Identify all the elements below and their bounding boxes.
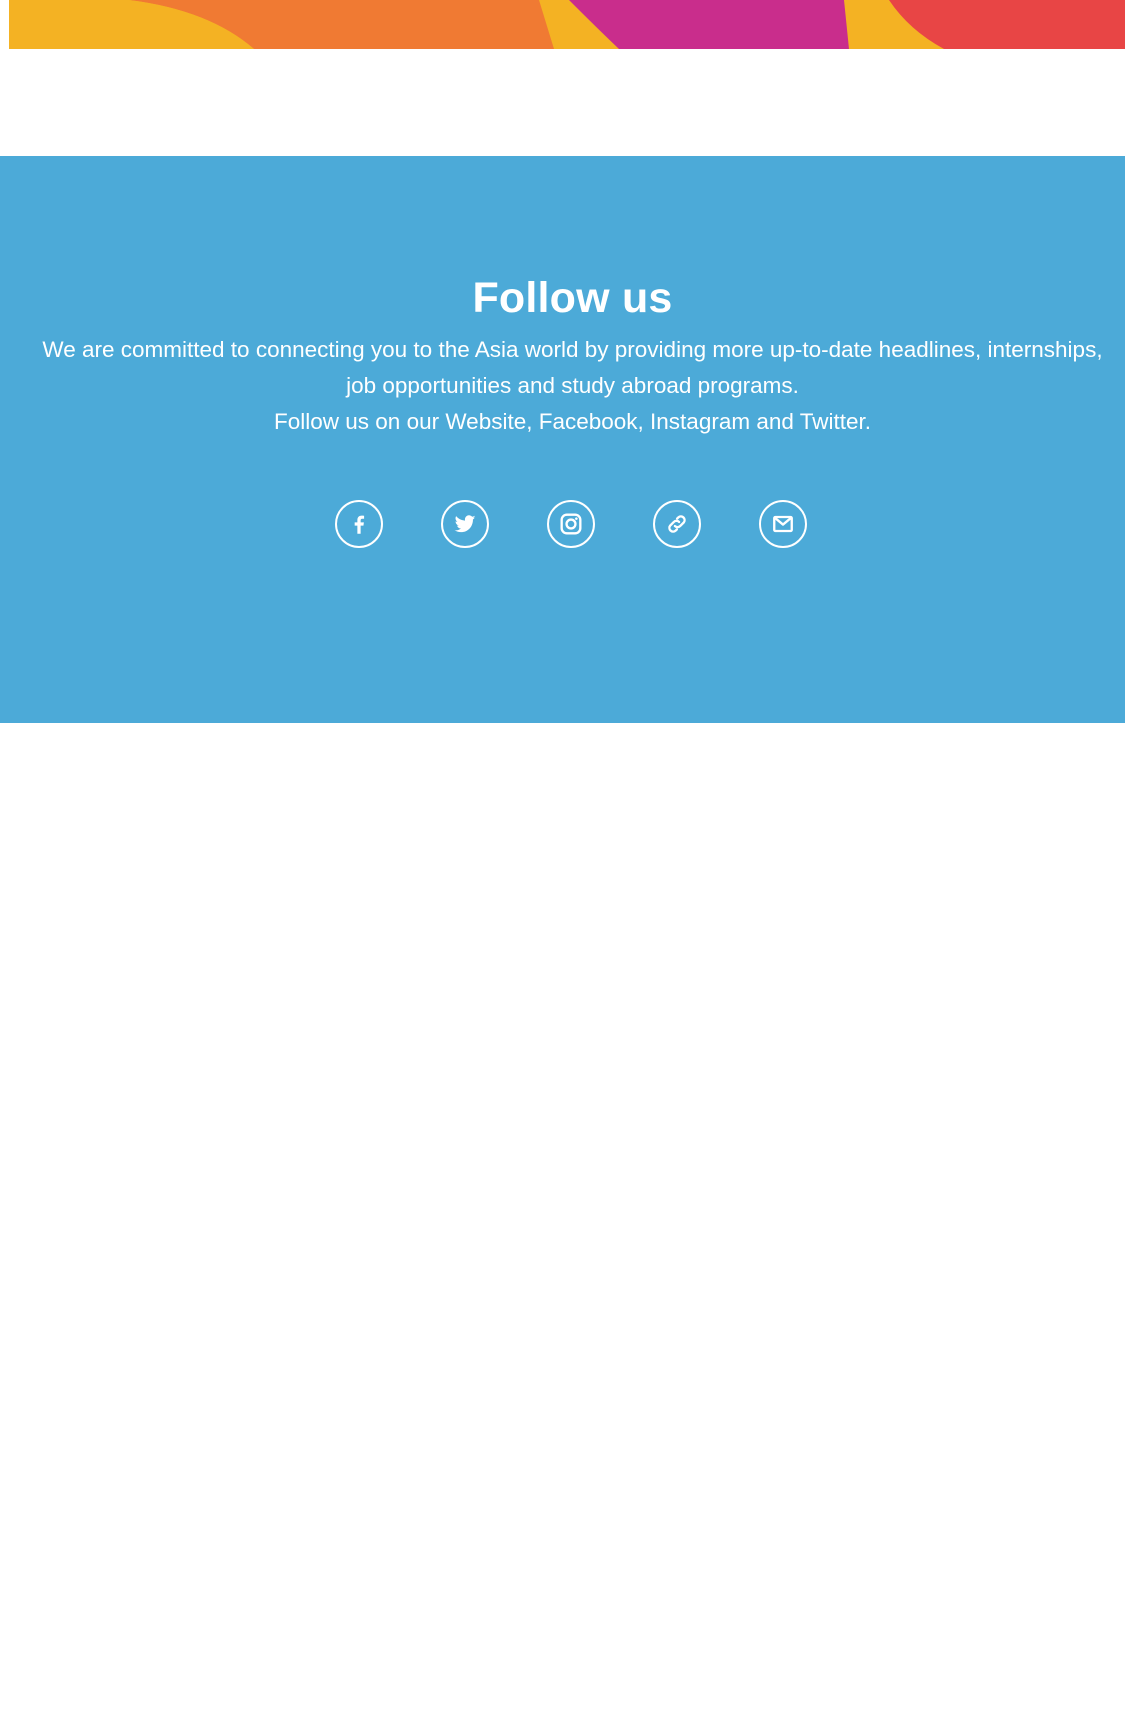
email-link[interactable]: [759, 500, 807, 548]
twitter-link[interactable]: [441, 500, 489, 548]
description-line-1: We are committed to connecting you to th…: [42, 337, 1103, 362]
follow-us-section: Follow us We are committed to connecting…: [0, 156, 1125, 723]
instagram-link[interactable]: [547, 500, 595, 548]
website-link[interactable]: [653, 500, 701, 548]
follow-us-title: Follow us: [472, 274, 673, 322]
facebook-link[interactable]: [335, 500, 383, 548]
decorative-banner-image: [9, 0, 1125, 49]
instagram-icon: [560, 513, 582, 535]
description-line-2: job opportunities and study abroad progr…: [346, 373, 799, 398]
link-icon: [668, 515, 686, 533]
social-links: [335, 500, 807, 550]
follow-us-description: We are committed to connecting you to th…: [0, 332, 1125, 440]
banner-artwork: [9, 0, 1125, 49]
twitter-icon: [454, 515, 476, 533]
description-line-3: Follow us on our Website, Facebook, Inst…: [274, 409, 871, 434]
facebook-icon: [354, 515, 365, 534]
email-icon: [773, 515, 793, 533]
